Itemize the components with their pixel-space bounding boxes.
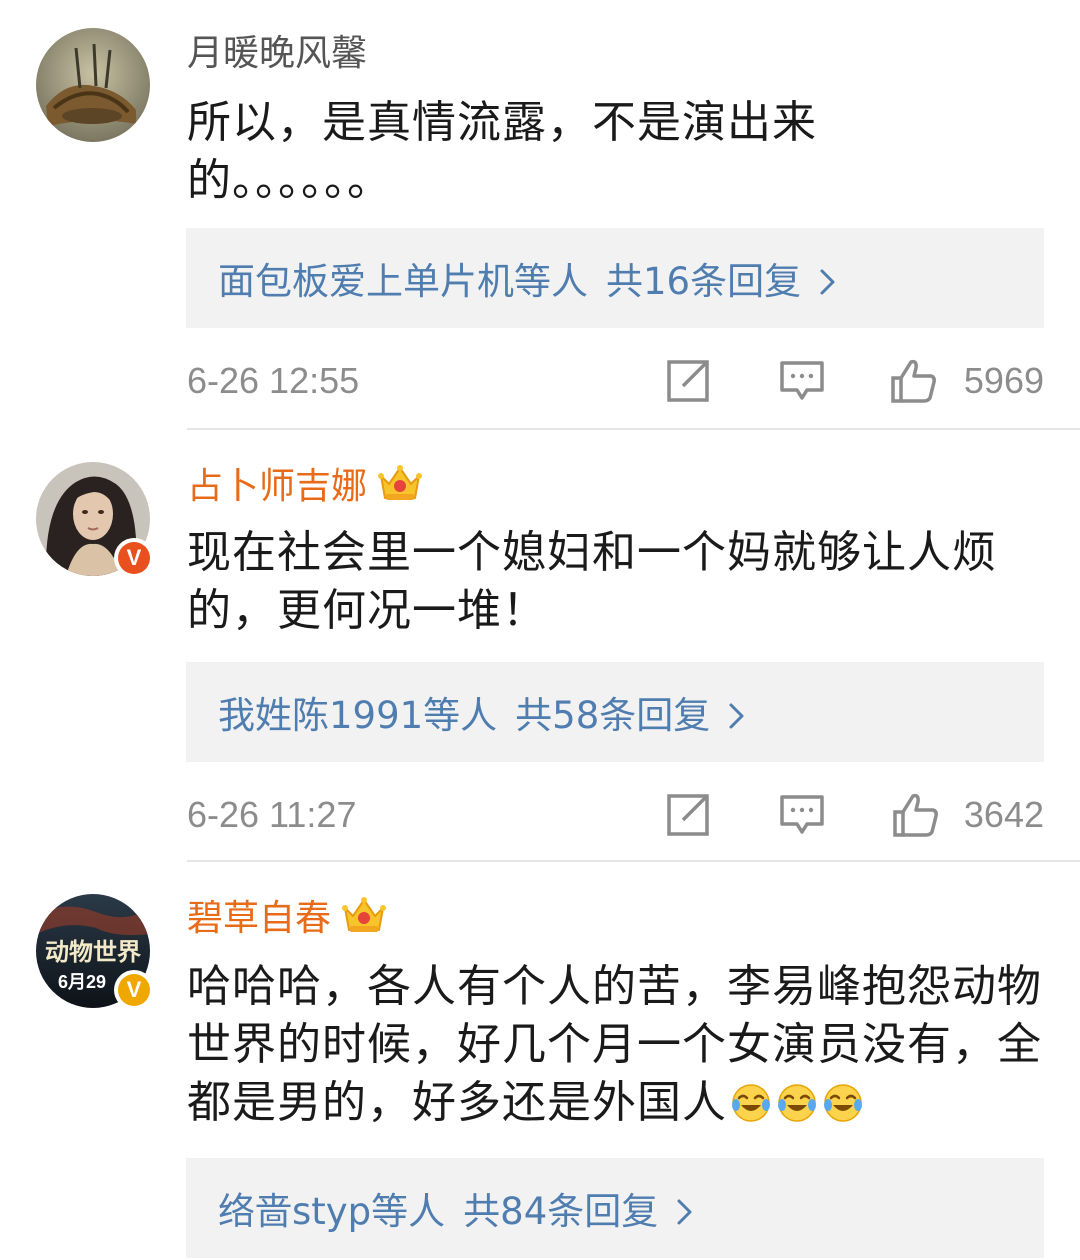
avatar[interactable] [36, 28, 150, 142]
verified-badge: V [114, 538, 154, 578]
reply-count[interactable]: 共16条回复 [606, 260, 801, 303]
comment-text-line: 的，更何况一堆！ [187, 585, 547, 636]
username[interactable]: 占卜师吉娜 [187, 464, 423, 515]
reply-users[interactable]: 络啬styp等人 [218, 1190, 445, 1233]
avatar-title: 动物世界 [45, 938, 141, 966]
comment-text: 哈哈哈，各人有个人的苦，李易峰抱怨动物 世界的时候，好几个月一个女演员没有，全 … [187, 958, 1057, 1138]
crown-icon [341, 896, 387, 947]
comment-item: V 占卜师吉娜 现在社会里一个媳妇和一个妈就够让人烦 的，更何况一堆！ 我姓陈1… [0, 430, 1080, 862]
comment-text-line: 世界的时候，好几个月一个女演员没有，全 [187, 1019, 1042, 1070]
chevron-right-icon [728, 696, 746, 739]
avatar[interactable]: 动物世界 6月29 V [36, 894, 154, 1010]
chevron-right-icon [819, 262, 837, 305]
comment-footer: 6-26 11:27 3642 [187, 790, 1044, 840]
comment-text-line: 所以，是真情流露，不是演出来 [187, 97, 817, 148]
username[interactable]: 月暖晚风馨 [187, 32, 367, 76]
avatar-image [36, 28, 150, 142]
thumbs-up-icon[interactable] [889, 358, 937, 408]
replies-box[interactable]: 面包板爱上单片机等人 共16条回复 [186, 228, 1044, 328]
comment-icon[interactable] [779, 792, 825, 842]
laugh-cry-emoji-icon [729, 1080, 773, 1138]
crown-icon [377, 464, 423, 515]
timestamp: 6-26 11:27 [187, 794, 357, 835]
comment-item: 动物世界 6月29 V 碧草自春 哈哈哈，各人有个人的苦，李易峰抱怨动物 世界的… [0, 862, 1080, 1260]
thumbs-up-icon[interactable] [891, 792, 939, 842]
username-text: 碧草自春 [187, 898, 332, 939]
reply-users[interactable]: 面包板爱上单片机等人 [218, 260, 588, 303]
comment-text-line: 都是男的，好多还是外国人 [187, 1074, 1057, 1138]
replies-box[interactable]: 络啬styp等人 共84条回复 [186, 1158, 1044, 1258]
comment-text-line: 现在社会里一个媳妇和一个妈就够让人烦 [187, 527, 997, 578]
chevron-right-icon [676, 1192, 694, 1235]
reply-count[interactable]: 共84条回复 [463, 1190, 658, 1233]
like-count: 3642 [963, 794, 1044, 835]
reply-count[interactable]: 共58条回复 [515, 694, 710, 737]
timestamp: 6-26 12:55 [187, 360, 360, 401]
avatar-date: 6月29 [58, 972, 106, 992]
reply-users[interactable]: 我姓陈1991等人 [218, 694, 497, 737]
laugh-cry-emoji-icon [775, 1080, 819, 1138]
comment-text: 现在社会里一个媳妇和一个妈就够让人烦 的，更何况一堆！ [187, 524, 1057, 640]
username-text: 占卜师吉娜 [187, 466, 368, 507]
comment-item: 月暖晚风馨 所以，是真情流露，不是演出来 的。。。。。。 面包板爱上单片机等人共… [0, 0, 1080, 430]
laugh-cry-emoji-icon [821, 1080, 865, 1138]
comment-icon[interactable] [779, 358, 825, 408]
repost-icon[interactable] [665, 358, 711, 408]
like-count: 5969 [963, 360, 1044, 401]
avatar[interactable]: V [36, 462, 154, 578]
replies-box[interactable]: 我姓陈1991等人 共58条回复 [186, 662, 1044, 762]
comment-footer: 6-26 12:55 5969 [187, 356, 1044, 406]
comment-text: 所以，是真情流露，不是演出来 的。。。。。。 [187, 94, 1057, 210]
repost-icon[interactable] [665, 792, 711, 842]
comment-text-line: 哈哈哈，各人有个人的苦，李易峰抱怨动物 [187, 961, 1042, 1012]
comment-text-line: 的。。。。。。 [187, 155, 392, 206]
verified-badge: V [114, 970, 154, 1010]
comment-text-segment: 都是男的，好多还是外国人 [187, 1077, 727, 1128]
username[interactable]: 碧草自春 [187, 896, 387, 947]
